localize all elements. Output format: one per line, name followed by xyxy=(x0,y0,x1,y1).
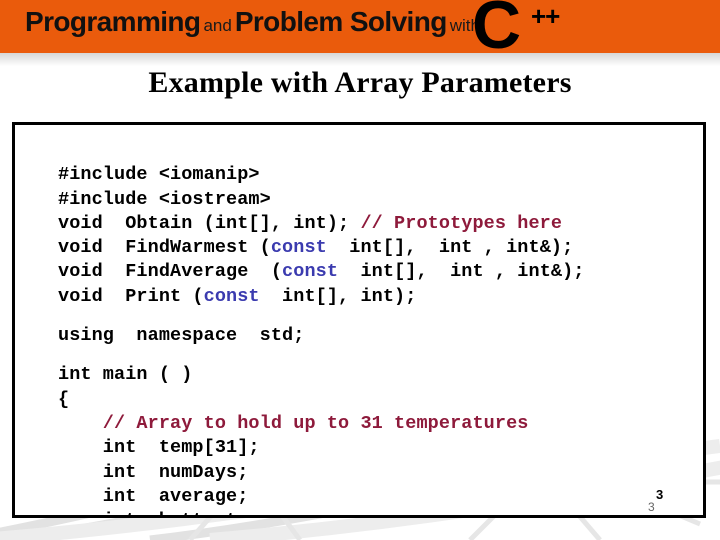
banner-word-problem-solving: Problem Solving xyxy=(234,6,448,37)
code-token: int average; xyxy=(58,485,249,507)
code-token: using namespace std; xyxy=(58,325,305,347)
code-line: int hottest; xyxy=(58,509,585,515)
code-token: { xyxy=(58,388,70,410)
code-line: void Obtain (int[], int); // Prototypes … xyxy=(58,212,585,236)
code-line: void FindAverage (const int[], int , int… xyxy=(58,260,585,284)
cpp-logo-letter: C xyxy=(472,0,521,53)
page-title: Example with Array Parameters xyxy=(148,66,572,99)
code-comment: // Prototypes here xyxy=(360,212,563,234)
code-line: // Array to hold up to 31 temperatures xyxy=(58,412,585,436)
code-token: void FindWarmest ( xyxy=(58,237,271,259)
code-line: { xyxy=(58,388,585,412)
code-line: #include <iomanip> xyxy=(58,163,585,187)
code-listing-box: #include <iomanip> #include <iostream> voi… xyxy=(12,122,706,518)
code-token: void Obtain (int[], int); xyxy=(58,212,361,234)
code-line: int average; xyxy=(58,485,585,509)
banner-title-text: Programming and Problem Solving with xyxy=(25,8,483,36)
code-keyword: const xyxy=(282,261,339,283)
code-token: #include <iostream> xyxy=(58,188,271,210)
title-banner: Programming and Problem Solving with C ++ xyxy=(0,0,720,53)
code-keyword: const xyxy=(203,285,260,307)
code-token: void Print ( xyxy=(58,285,204,307)
code-line: int temp[31]; xyxy=(58,436,585,460)
cpp-logo-plusplus: ++ xyxy=(531,1,560,31)
code-token: void FindAverage ( xyxy=(58,261,283,283)
code-token: int[], int); xyxy=(259,285,417,307)
code-comment: // Array to hold up to 31 temperatures xyxy=(58,412,529,434)
code-token: int numDays; xyxy=(58,461,249,483)
cpp-logo-icon: C ++ xyxy=(472,0,582,53)
code-token: int temp[31]; xyxy=(58,437,260,459)
page-number-light: 3 xyxy=(648,500,655,514)
code-line: void FindWarmest (const int[], int , int… xyxy=(58,236,585,260)
code-line: void Print (const int[], int); xyxy=(58,285,585,309)
code-line: #include <iostream> xyxy=(58,188,585,212)
code-listing-text: #include <iomanip> #include <iostream> voi… xyxy=(58,139,585,515)
code-token: #include <iomanip> xyxy=(58,164,260,186)
page-number-bold: 3 xyxy=(656,487,664,502)
code-token: int[], int , int&); xyxy=(326,237,574,259)
code-line: using namespace std; xyxy=(58,324,585,348)
code-line: int numDays; xyxy=(58,461,585,485)
code-token: int main ( ) xyxy=(58,364,193,386)
banner-drop-shadow xyxy=(0,53,720,66)
code-line: int main ( ) xyxy=(58,363,585,387)
code-keyword: const xyxy=(270,237,327,259)
banner-word-and: and xyxy=(203,16,232,35)
code-token: int hottest; xyxy=(58,510,249,515)
code-token: int[], int , int&); xyxy=(338,261,585,283)
banner-word-programming: Programming xyxy=(25,6,201,37)
